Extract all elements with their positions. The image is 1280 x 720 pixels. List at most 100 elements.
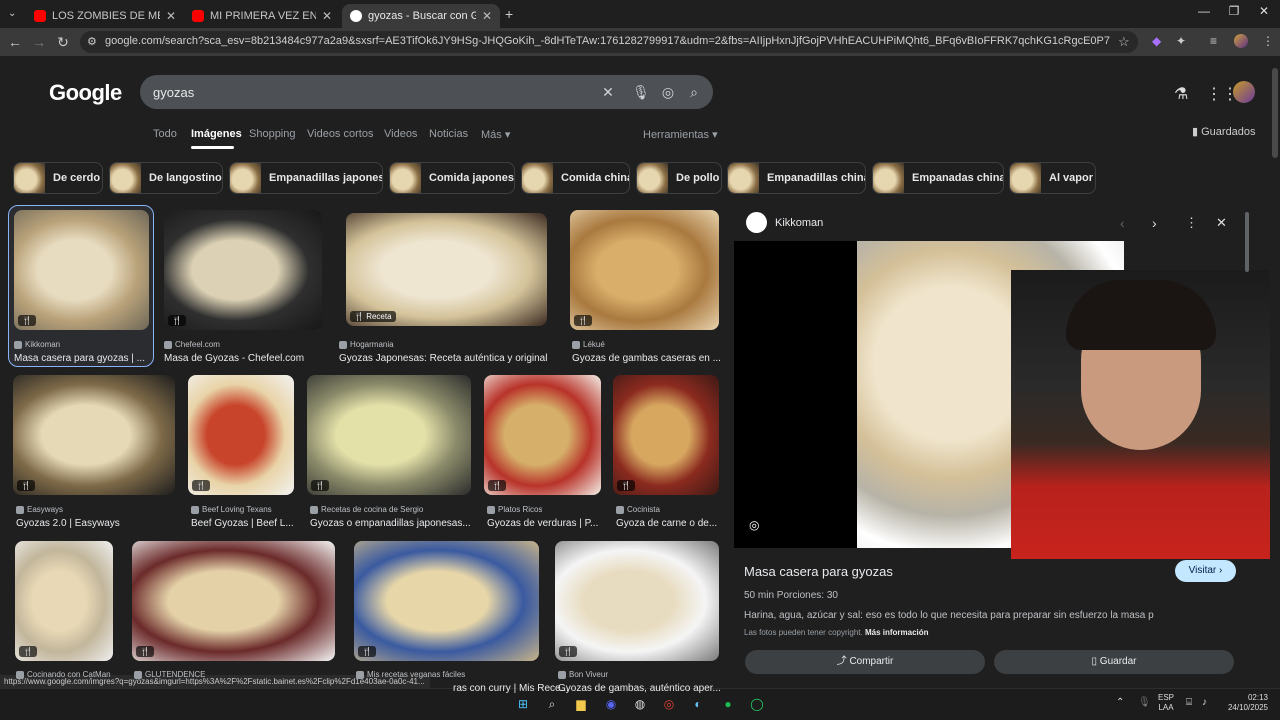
- close-icon[interactable]: ✕: [166, 9, 176, 23]
- result-source[interactable]: Platos Ricos: [498, 505, 542, 514]
- chrome-icon[interactable]: ◎: [659, 694, 679, 714]
- search-input[interactable]: gyozas: [153, 85, 194, 100]
- tab-noticias[interactable]: Noticias: [429, 128, 468, 140]
- result-thumbnail[interactable]: 🍴: [555, 541, 719, 661]
- saved-button[interactable]: ▮ Guardados: [1192, 125, 1256, 138]
- result-source[interactable]: Kikkoman: [25, 340, 60, 349]
- minimize-icon[interactable]: —: [1189, 4, 1219, 18]
- panel-site-name[interactable]: Kikkoman: [775, 217, 823, 229]
- chip-de-pollo[interactable]: De pollo: [636, 162, 722, 194]
- site-info-icon[interactable]: ⚙: [87, 35, 97, 48]
- profile-avatar[interactable]: [1234, 34, 1248, 48]
- tab-videos-cortos[interactable]: Videos cortos: [307, 128, 373, 140]
- close-panel-icon[interactable]: ✕: [1216, 215, 1227, 231]
- search-icon[interactable]: ⌕: [685, 84, 703, 101]
- chip-al-vapor[interactable]: Al vapor: [1009, 162, 1096, 194]
- chip-empanadillas-chinas[interactable]: Empanadillas chinas: [727, 162, 866, 194]
- tab-zombies[interactable]: LOS ZOMBIES DE MEDELLÍN | El ✕: [26, 4, 184, 28]
- search-box[interactable]: [140, 75, 713, 109]
- bookmark-star-icon[interactable]: ☆: [1118, 34, 1130, 50]
- clear-icon[interactable]: ✕: [599, 84, 617, 101]
- mic-icon[interactable]: 🎙: [632, 84, 650, 101]
- result-source[interactable]: Cocinando con CatMan: [27, 670, 111, 679]
- result-thumbnail[interactable]: 🍴: [613, 375, 719, 495]
- chip-comida-japonesa[interactable]: Comida japonesa: [389, 162, 515, 194]
- tools-button[interactable]: Herramientas ▾: [643, 128, 718, 141]
- result-title[interactable]: Gyozas 2.0 | Easyways: [16, 518, 120, 529]
- result-source[interactable]: GLUTENDENCE: [145, 670, 205, 679]
- back-icon[interactable]: ←: [6, 33, 24, 51]
- result-title[interactable]: Gyozas Japonesas: Receta auténtica y ori…: [339, 353, 547, 364]
- chip-de-langostinos[interactable]: De langostinos: [109, 162, 223, 194]
- result-thumbnail[interactable]: 🍴: [15, 541, 113, 661]
- tab-gyozas[interactable]: gyozas - Buscar con Google ✕: [342, 4, 500, 28]
- result-source[interactable]: Lékué: [583, 340, 605, 349]
- spotify-icon[interactable]: ●: [718, 694, 738, 714]
- tab-china[interactable]: MI PRIMERA VEZ EN CHINA con ✕: [184, 4, 340, 28]
- result-source[interactable]: Easyways: [27, 505, 63, 514]
- clock[interactable]: 02:13 24/10/2025: [1218, 693, 1268, 713]
- result-title[interactable]: ras con curry | Mis Rece...: [453, 683, 569, 694]
- close-icon[interactable]: ✕: [322, 9, 332, 23]
- prev-arrow-icon[interactable]: ‹: [1120, 215, 1125, 231]
- result-title[interactable]: Masa casera para gyozas | ...: [14, 353, 145, 364]
- lens-icon[interactable]: ◎: [659, 84, 677, 101]
- extension-icon[interactable]: ◆: [1152, 34, 1161, 48]
- result-thumbnail[interactable]: 🍴: [13, 375, 175, 495]
- result-title[interactable]: Gyozas de verduras | P...: [487, 518, 598, 529]
- result-title[interactable]: Gyozas o empanadillas japonesas...: [310, 518, 471, 529]
- panel-title[interactable]: Masa casera para gyozas: [744, 564, 893, 579]
- windows-start-icon[interactable]: ⊞: [513, 694, 533, 714]
- chip-comida-china[interactable]: Comida china: [521, 162, 630, 194]
- account-avatar[interactable]: [1233, 81, 1255, 103]
- next-arrow-icon[interactable]: ›: [1152, 215, 1157, 231]
- result-thumbnail[interactable]: 🍴: [570, 210, 719, 330]
- tab-videos[interactable]: Videos: [384, 128, 417, 140]
- result-thumbnail[interactable]: 🍴: [354, 541, 539, 661]
- result-title[interactable]: Masa de Gyozas - Chefeel.com: [164, 353, 304, 364]
- result-thumbnail[interactable]: 🍴: [307, 375, 471, 495]
- result-title[interactable]: Beef Gyozas | Beef L...: [191, 518, 294, 529]
- result-source[interactable]: Cocinista: [627, 505, 660, 514]
- result-thumbnail[interactable]: 🍴: [164, 210, 322, 330]
- file-explorer-icon[interactable]: ▆: [571, 694, 591, 714]
- result-thumbnail[interactable]: 🍴: [188, 375, 294, 495]
- reload-icon[interactable]: ↻: [54, 33, 72, 51]
- result-title[interactable]: Gyozas de gambas caseras en ...: [572, 353, 721, 364]
- language-indicator[interactable]: ESP LAA: [1158, 693, 1174, 713]
- window-close-icon[interactable]: ✕: [1249, 4, 1279, 18]
- result-source[interactable]: Beef Loving Texans: [202, 505, 272, 514]
- chip-empanadillas-japonesas[interactable]: Empanadillas japonesas: [229, 162, 383, 194]
- result-title[interactable]: Gyoza de carne o de...: [616, 518, 717, 529]
- tab-shopping[interactable]: Shopping: [249, 128, 296, 140]
- share-button[interactable]: ⤴ Compartir: [745, 650, 985, 674]
- tab-imagenes[interactable]: Imágenes: [191, 128, 242, 140]
- network-icon[interactable]: ⌸: [1186, 697, 1192, 708]
- result-thumbnail[interactable]: 🍴: [14, 210, 149, 330]
- result-thumbnail[interactable]: 🍴 Receta: [346, 213, 547, 326]
- tab-search-list-icon[interactable]: ≡: [1210, 34, 1217, 48]
- result-source[interactable]: Recetas de cocina de Sergio: [321, 505, 423, 514]
- discord-icon[interactable]: ◉: [601, 694, 621, 714]
- result-source[interactable]: Mis recetas veganas fáciles: [367, 670, 465, 679]
- result-source[interactable]: Chefeel.com: [175, 340, 220, 349]
- steam-icon[interactable]: ◐: [688, 694, 708, 714]
- google-logo[interactable]: Google: [49, 80, 122, 106]
- result-source[interactable]: Bon Viveur: [569, 670, 608, 679]
- restore-icon[interactable]: ❐: [1219, 4, 1249, 18]
- extensions-puzzle-icon[interactable]: ✦: [1176, 34, 1186, 48]
- result-source[interactable]: Hogarmania: [350, 340, 394, 349]
- more-options-icon[interactable]: ⋮: [1185, 215, 1198, 231]
- panel-scrollbar-thumb[interactable]: [1245, 212, 1249, 272]
- more-info-link[interactable]: Más información: [865, 628, 929, 637]
- result-title[interactable]: Gyozas de gambas, auténtico aper...: [558, 683, 721, 694]
- chip-empanadas-chinas[interactable]: Empanadas chinas: [872, 162, 1004, 194]
- tray-chevron-icon[interactable]: ⌃: [1116, 697, 1124, 708]
- labs-flask-icon[interactable]: ⚗: [1174, 84, 1188, 104]
- visit-button[interactable]: Visitar ›: [1175, 560, 1236, 582]
- new-tab-button[interactable]: +: [505, 6, 513, 22]
- forward-icon[interactable]: →: [30, 33, 48, 51]
- result-thumbnail[interactable]: 🍴: [484, 375, 601, 495]
- result-thumbnail[interactable]: 🍴: [132, 541, 335, 661]
- tab-todo[interactable]: Todo: [153, 128, 177, 140]
